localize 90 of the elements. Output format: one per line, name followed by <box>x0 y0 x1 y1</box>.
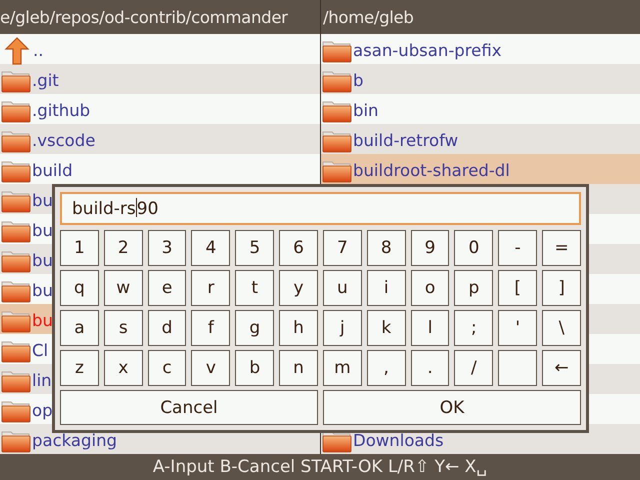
key-button[interactable]: a <box>60 310 99 346</box>
key-button[interactable]: / <box>454 350 494 386</box>
folder-icon <box>1 219 31 243</box>
folder-icon <box>1 399 31 423</box>
key-button[interactable]: 4 <box>191 230 230 266</box>
key-button[interactable]: r <box>191 270 230 306</box>
folder-icon <box>1 339 31 363</box>
folder-icon <box>322 39 352 63</box>
key-button[interactable]: w <box>104 270 143 306</box>
key-button[interactable]: \ <box>542 310 581 346</box>
key-button[interactable]: u <box>322 270 362 306</box>
key-button[interactable]: x <box>104 350 143 386</box>
key-button[interactable]: o <box>410 270 450 306</box>
file-name[interactable]: Downloads <box>353 432 444 450</box>
key-button[interactable]: t <box>235 270 274 306</box>
file-name[interactable]: op <box>32 402 53 420</box>
key-button[interactable]: 0 <box>454 230 494 266</box>
file-name[interactable]: .git <box>32 72 59 90</box>
file-name[interactable]: bu <box>32 222 53 240</box>
dialog-button[interactable]: Cancel <box>60 390 318 425</box>
key-button[interactable]: ] <box>542 270 581 306</box>
key-button[interactable]: , <box>366 350 406 386</box>
key-button[interactable]: 7 <box>322 230 362 266</box>
folder-icon <box>1 369 31 393</box>
key-button[interactable]: f <box>191 310 230 346</box>
key-button[interactable]: 2 <box>104 230 143 266</box>
key-button[interactable]: p <box>454 270 494 306</box>
file-name[interactable]: asan-ubsan-prefix <box>353 42 502 60</box>
key-button[interactable]: - <box>498 230 538 266</box>
file-name[interactable]: .github <box>32 102 90 120</box>
folder-icon <box>1 69 31 93</box>
space-key-button[interactable] <box>498 350 538 386</box>
folder-icon <box>1 129 31 153</box>
key-button[interactable]: g <box>235 310 274 346</box>
file-name[interactable]: build <box>32 162 73 180</box>
key-button[interactable]: e <box>148 270 186 306</box>
key-button[interactable]: ' <box>498 310 538 346</box>
key-button[interactable]: q <box>60 270 99 306</box>
key-button[interactable]: h <box>279 310 318 346</box>
key-button[interactable]: 3 <box>148 230 186 266</box>
key-button[interactable]: l <box>410 310 450 346</box>
key-button[interactable]: 6 <box>279 230 318 266</box>
key-button[interactable]: [ <box>498 270 538 306</box>
key-button[interactable]: b <box>235 350 274 386</box>
key-button[interactable]: d <box>148 310 186 346</box>
path-text: e/gleb/repos/od-contrib/commander <box>0 8 288 26</box>
file-name[interactable]: bu <box>32 252 53 270</box>
file-name[interactable]: b <box>353 72 364 90</box>
key-button[interactable]: ← <box>542 350 581 386</box>
folder-icon <box>1 429 31 453</box>
key-button[interactable]: 1 <box>60 230 99 266</box>
folder-icon <box>1 249 31 273</box>
key-button[interactable]: 9 <box>410 230 450 266</box>
file-name[interactable]: lin <box>32 372 52 390</box>
key-button[interactable]: c <box>148 350 186 386</box>
path-text: /home/gleb <box>322 8 414 26</box>
file-name[interactable]: bu <box>32 192 53 210</box>
key-button[interactable]: v <box>191 350 230 386</box>
file-name[interactable]: .. <box>33 42 44 60</box>
folder-icon <box>322 129 352 153</box>
key-button[interactable]: s <box>104 310 143 346</box>
key-button[interactable]: = <box>542 230 581 266</box>
key-button[interactable]: 5 <box>235 230 274 266</box>
file-name[interactable]: .vscode <box>32 132 96 150</box>
key-button[interactable]: z <box>60 350 99 386</box>
file-name[interactable]: build-retrofw <box>353 132 458 150</box>
key-button[interactable]: j <box>322 310 362 346</box>
up-arrow-icon <box>2 36 32 66</box>
file-name[interactable]: Cl <box>32 342 48 360</box>
key-button[interactable]: ; <box>454 310 494 346</box>
folder-icon <box>1 189 31 213</box>
file-name[interactable]: bin <box>353 102 379 120</box>
folder-icon <box>322 69 352 93</box>
key-button[interactable]: n <box>279 350 318 386</box>
key-button[interactable]: m <box>322 350 362 386</box>
key-button[interactable]: k <box>366 310 406 346</box>
dialog-button[interactable]: OK <box>322 390 581 425</box>
folder-icon <box>322 99 352 123</box>
file-name[interactable]: packaging <box>32 432 118 450</box>
key-button[interactable]: i <box>366 270 406 306</box>
key-button[interactable]: 8 <box>366 230 406 266</box>
folder-icon <box>1 159 31 183</box>
file-name[interactable]: bu <box>32 282 53 300</box>
folder-icon <box>1 279 31 303</box>
input-field[interactable]: build-rs90 <box>60 192 581 225</box>
folder-icon <box>1 309 31 333</box>
folder-icon <box>1 99 31 123</box>
key-button[interactable]: . <box>410 350 450 386</box>
key-button[interactable]: y <box>279 270 318 306</box>
status-text: A-Input B-Cancel START-OK L/R⇧ Y← X␣ <box>152 457 488 477</box>
